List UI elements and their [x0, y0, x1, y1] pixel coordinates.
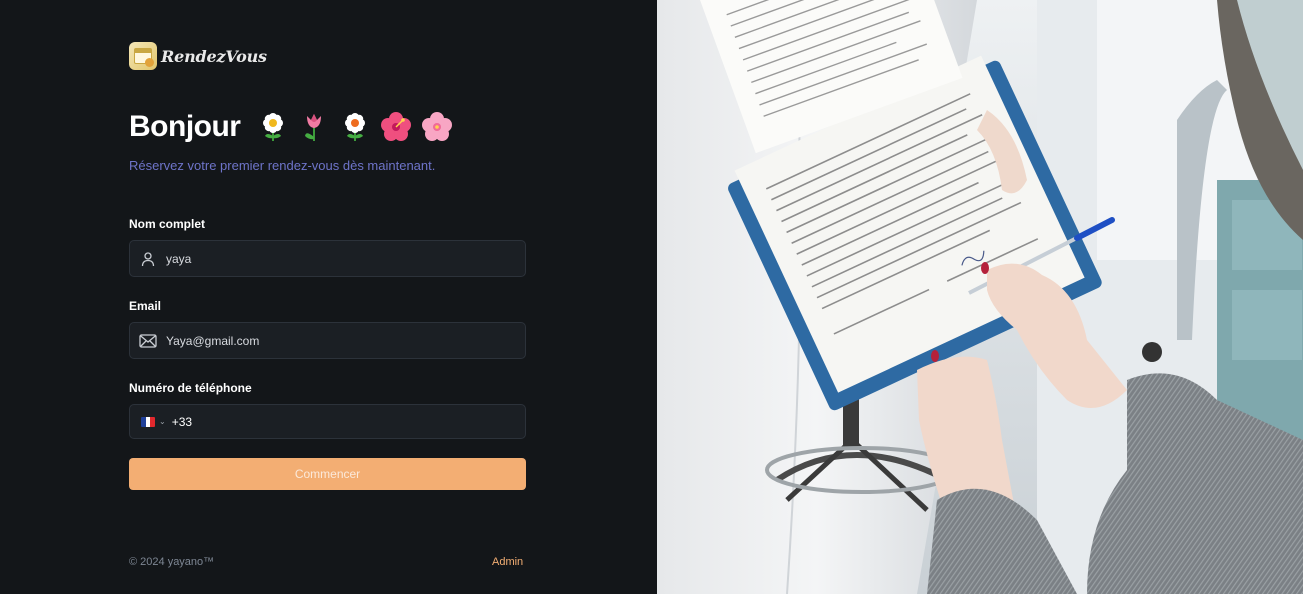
brand-logo[interactable]: RendezVous: [129, 42, 267, 70]
calendar-heart-logo-icon: [129, 42, 157, 70]
france-flag-icon[interactable]: [141, 416, 155, 427]
hibiscus-icon: [380, 111, 412, 143]
form-panel: RendezVous Bonjour Réservez votre premie…: [0, 0, 657, 594]
phone-input[interactable]: [171, 414, 512, 429]
email-field[interactable]: [129, 322, 526, 359]
admin-link[interactable]: Admin: [492, 556, 523, 568]
email-label: Email: [129, 299, 162, 313]
phone-field[interactable]: ⌄: [129, 404, 526, 439]
tulip-icon: [298, 111, 330, 143]
chevron-down-icon[interactable]: ⌄: [159, 417, 166, 426]
daisy-icon: [339, 111, 371, 143]
name-input[interactable]: [166, 251, 506, 266]
daisy-icon: [257, 111, 289, 143]
start-button[interactable]: Commencer: [129, 458, 526, 490]
page-title: Bonjour: [129, 110, 241, 143]
page-subtitle: Réservez votre premier rendez-vous dès m…: [129, 158, 436, 173]
name-field[interactable]: [129, 240, 526, 277]
copyright: © 2024 yayano™: [129, 556, 215, 568]
mail-icon: [139, 332, 157, 350]
flower-emojis: [248, 111, 453, 143]
brand-name: RendezVous: [161, 46, 267, 66]
email-input[interactable]: [166, 333, 506, 348]
cherry-blossom-icon: [421, 111, 453, 143]
user-icon: [139, 250, 157, 268]
medical-consultation-photo: [657, 0, 1303, 594]
greeting: Bonjour: [129, 110, 453, 144]
phone-label: Numéro de téléphone: [129, 381, 252, 395]
name-label: Nom complet: [129, 217, 206, 231]
